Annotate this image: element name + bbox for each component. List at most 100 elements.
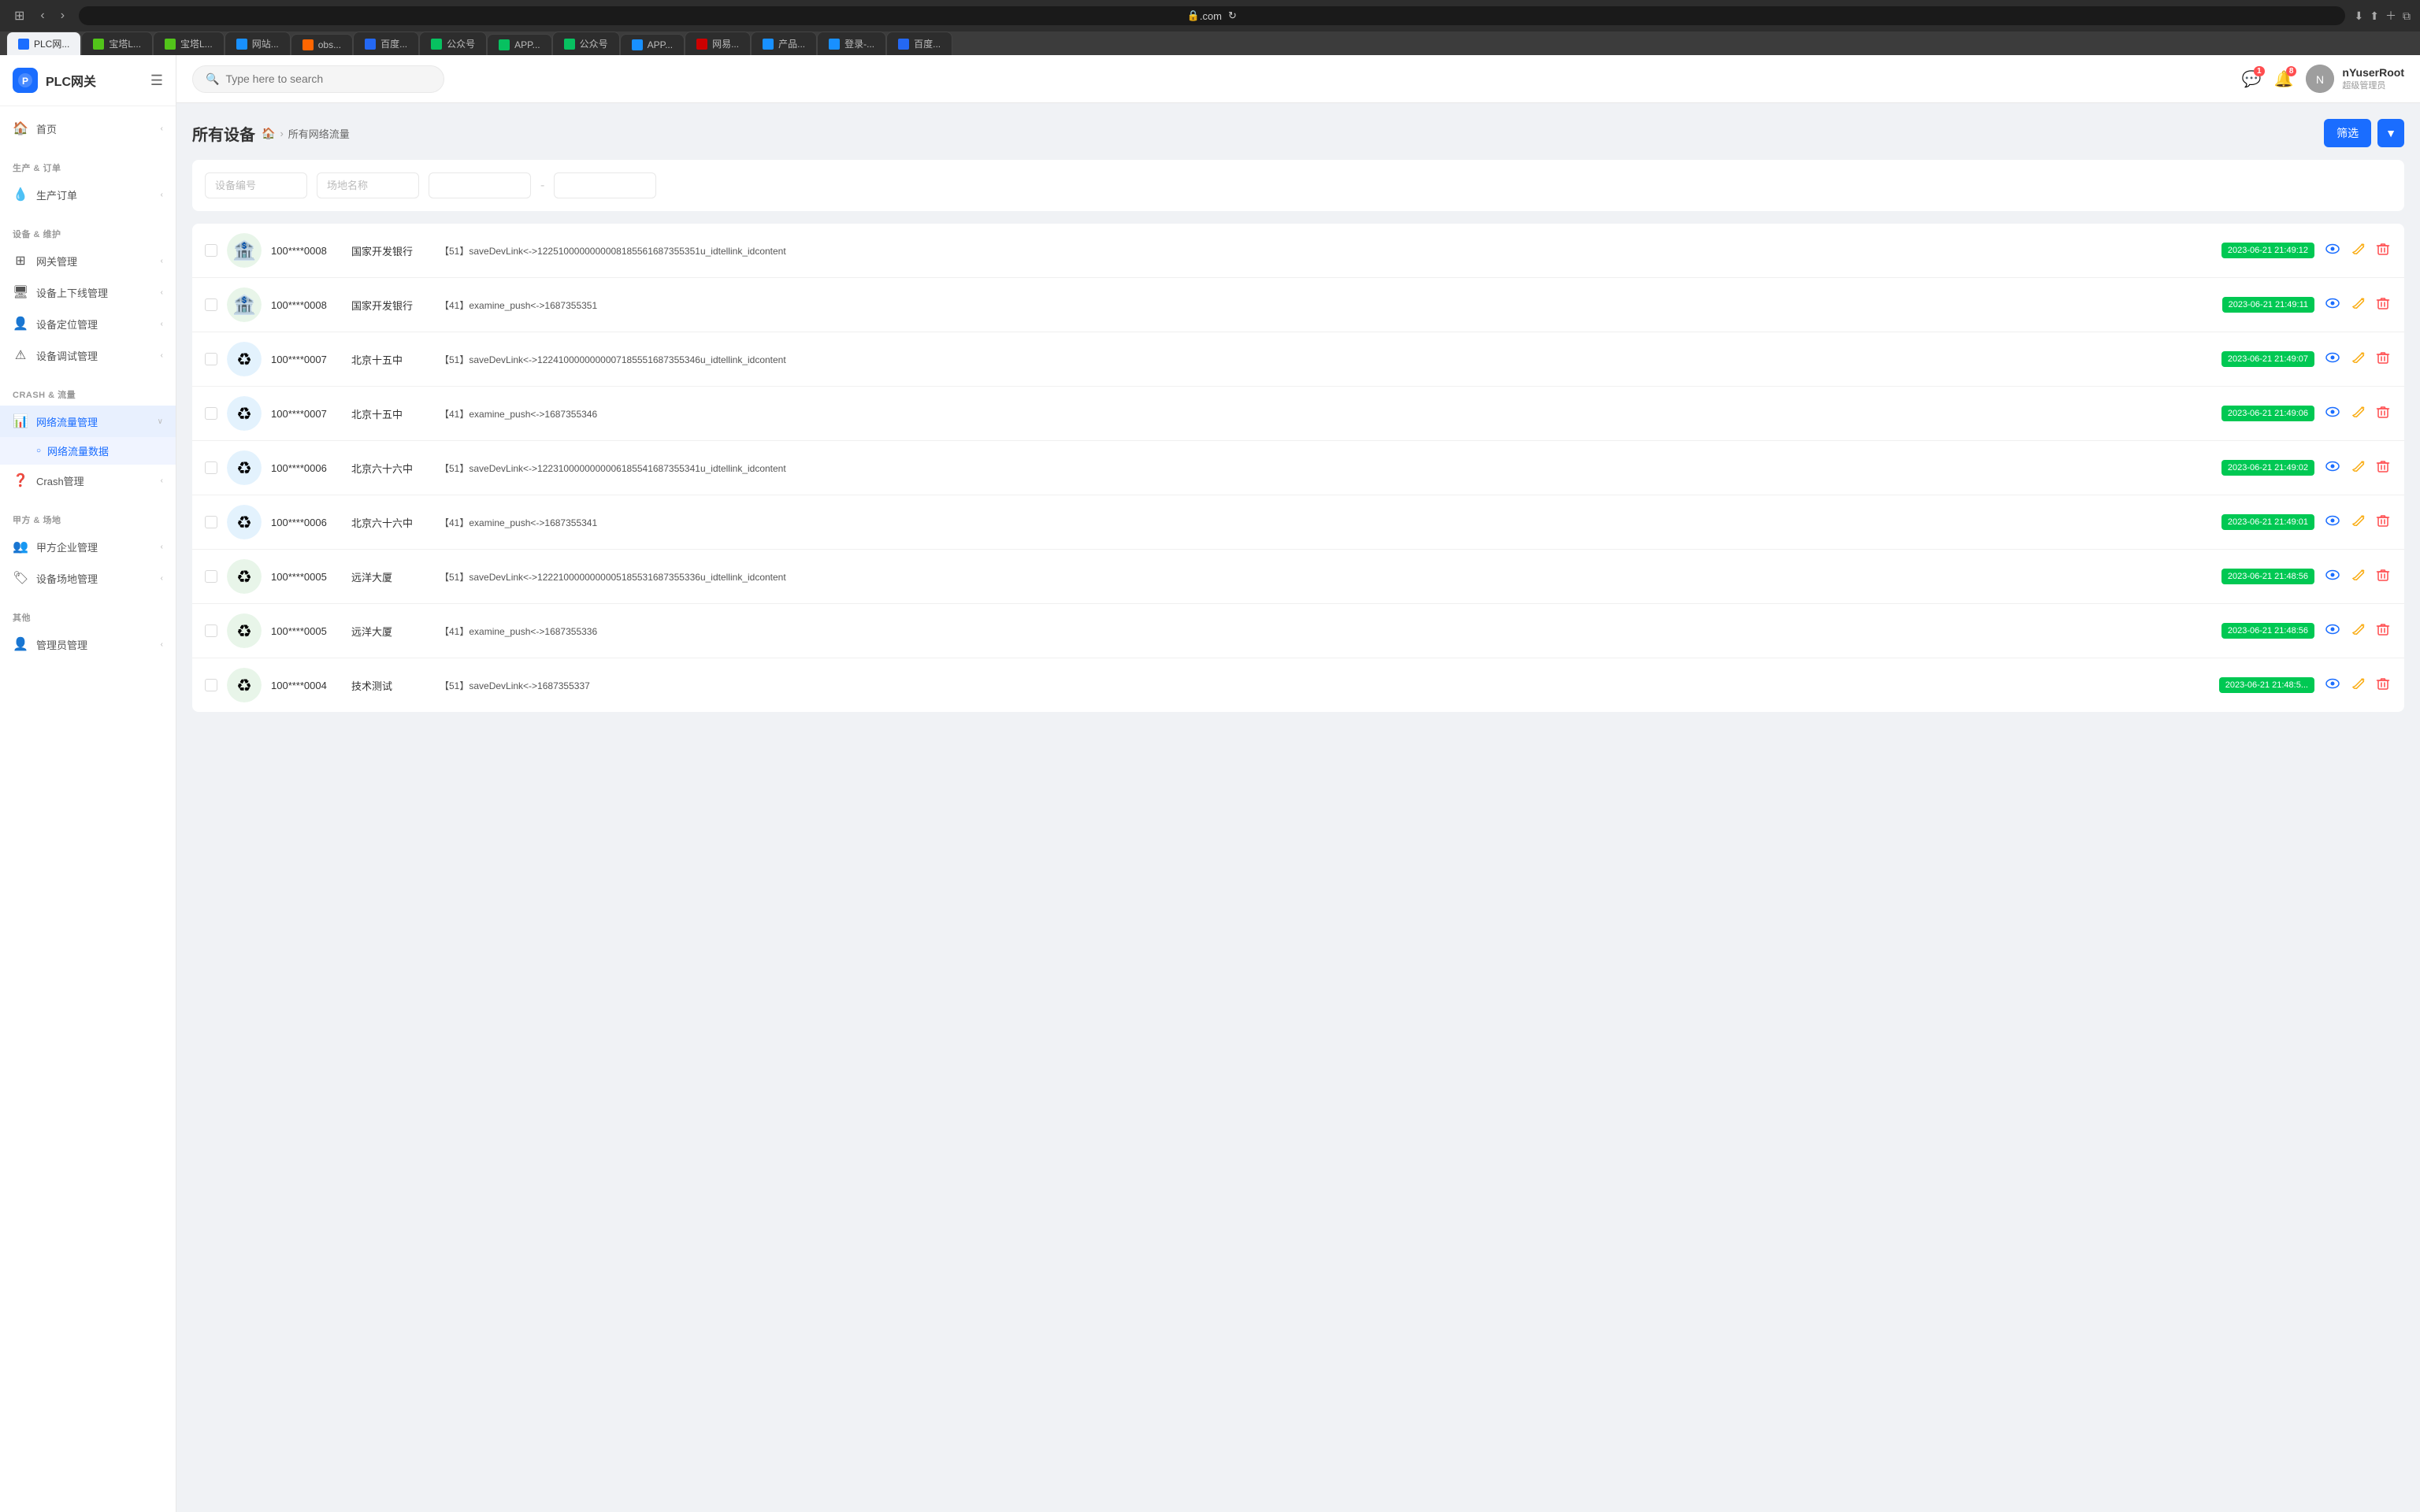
sidebar-item-crash[interactable]: ❓ Crash管理 ‹	[0, 465, 176, 496]
sidebar-item-device-location[interactable]: 👤 设备定位管理 ‹	[0, 308, 176, 339]
edit-btn-0[interactable]	[2349, 240, 2366, 261]
edit-btn-8[interactable]	[2349, 675, 2366, 696]
delete-btn-6[interactable]	[2374, 566, 2392, 587]
sidebar-toggle-btn[interactable]: ⊞	[9, 6, 29, 25]
filter-btn[interactable]: 筛选	[2324, 119, 2371, 147]
row-checkbox-4[interactable]	[205, 461, 217, 474]
browser-tab-10[interactable]: 网易...	[685, 32, 751, 55]
date-from-input[interactable]: 2023/06/21	[429, 172, 531, 198]
new-tab-icon[interactable]: ＋	[2385, 8, 2396, 24]
row-location-8: 技术测试	[351, 678, 430, 693]
row-location-7: 远洋大厦	[351, 624, 430, 639]
browser-actions: ⬇ ⬆ ＋ ⧉	[2355, 8, 2411, 24]
row-checkbox-5[interactable]	[205, 516, 217, 528]
sidebar: P PLC网关 ☰ 🏠 首页 ‹ 生产 & 订单 💧 生产订单 ‹ 设备 & 维…	[0, 55, 176, 1512]
download-icon[interactable]: ⬇	[2355, 9, 2364, 23]
view-btn-2[interactable]	[2324, 349, 2341, 370]
alerts-btn[interactable]: 🔔 8	[2274, 69, 2294, 89]
breadcrumb-home-icon[interactable]: 🏠	[262, 127, 275, 140]
row-location-3: 北京十五中	[351, 406, 430, 421]
edit-btn-5[interactable]	[2349, 512, 2366, 533]
browser-tab-0[interactable]: PLC网...	[6, 32, 81, 55]
view-btn-6[interactable]	[2324, 566, 2341, 587]
sidebar-item-device-online[interactable]: 🖥 设备上下线管理 ‹	[0, 276, 176, 308]
row-checkbox-6[interactable]	[205, 570, 217, 583]
row-checkbox-0[interactable]	[205, 244, 217, 257]
view-btn-3[interactable]	[2324, 403, 2341, 424]
delete-btn-2[interactable]	[2374, 349, 2392, 370]
view-btn-1[interactable]	[2324, 295, 2341, 316]
delete-btn-8[interactable]	[2374, 675, 2392, 696]
device-id-input[interactable]	[205, 172, 307, 198]
sidebar-item-network-flow[interactable]: 📊 网络流量管理 ∨	[0, 406, 176, 437]
sidebar-item-home[interactable]: 🏠 首页 ‹	[0, 113, 176, 144]
edit-btn-2[interactable]	[2349, 349, 2366, 370]
sidebar-item-client-mgmt[interactable]: 👥 甲方企业管理 ‹	[0, 531, 176, 562]
site-name-input[interactable]	[317, 172, 419, 198]
svg-text:♻: ♻	[236, 350, 252, 369]
sidebar-menu-btn[interactable]: ☰	[150, 72, 163, 89]
warning-icon: ⚠	[13, 347, 28, 363]
row-checkbox-3[interactable]	[205, 407, 217, 420]
browser-tab-4[interactable]: obs...	[291, 34, 353, 55]
view-btn-5[interactable]	[2324, 512, 2341, 533]
filter-bar: 2023/06/21 - 2023/06/21	[192, 160, 2404, 211]
delete-btn-4[interactable]	[2374, 458, 2392, 479]
back-btn[interactable]: ‹	[35, 7, 49, 24]
browser-tab-9[interactable]: APP...	[620, 34, 685, 55]
forward-btn[interactable]: ›	[56, 7, 69, 24]
browser-tab-7[interactable]: APP...	[487, 34, 551, 55]
search-box[interactable]: 🔍	[192, 65, 444, 93]
address-bar[interactable]: 🔒 .com ↻	[79, 6, 2344, 25]
row-content-1: 【41】examine_push<->1687355351	[440, 298, 2213, 312]
browser-tab-6[interactable]: 公众号	[419, 32, 487, 55]
edit-btn-1[interactable]	[2349, 295, 2366, 316]
browser-tab-13[interactable]: 百度...	[886, 32, 952, 55]
browser-tab-11[interactable]: 产品...	[751, 32, 817, 55]
edit-btn-4[interactable]	[2349, 458, 2366, 479]
browser-controls: ⊞ ‹ ›	[9, 6, 69, 25]
view-btn-8[interactable]	[2324, 675, 2341, 696]
user-info[interactable]: N nYuserRoot 超级管理员	[2306, 65, 2404, 93]
sidebar-item-device-debug-label: 设备调试管理	[36, 348, 153, 363]
search-input[interactable]	[225, 72, 431, 85]
reload-icon[interactable]: ↻	[1228, 9, 1237, 22]
edit-btn-6[interactable]	[2349, 566, 2366, 587]
browser-tab-12[interactable]: 登录-...	[817, 32, 886, 55]
browser-tab-1[interactable]: 宝塔L...	[81, 32, 153, 55]
browser-tab-5[interactable]: 百度...	[353, 32, 419, 55]
date-to-input[interactable]: 2023/06/21	[554, 172, 656, 198]
view-btn-0[interactable]	[2324, 240, 2341, 261]
table-row: 🏦100****0008国家开发银行【41】examine_push<->168…	[192, 278, 2404, 332]
view-btn-7[interactable]	[2324, 621, 2341, 642]
edit-btn-3[interactable]	[2349, 403, 2366, 424]
sidebar-item-admin[interactable]: 👤 管理员管理 ‹	[0, 628, 176, 660]
row-checkbox-7[interactable]	[205, 624, 217, 637]
upload-icon[interactable]: ⬆	[2370, 9, 2379, 23]
view-btn-4[interactable]	[2324, 458, 2341, 479]
sidebar-item-gateway[interactable]: ⊞ 网关管理 ‹	[0, 245, 176, 276]
table-row: ♻100****0004技术测试【51】saveDevLink<->168735…	[192, 658, 2404, 712]
sidebar-item-network-flow-data[interactable]: ○ 网络流量数据	[0, 437, 176, 465]
windows-icon[interactable]: ⧉	[2403, 9, 2411, 23]
delete-btn-5[interactable]	[2374, 512, 2392, 533]
delete-btn-1[interactable]	[2374, 295, 2392, 316]
row-checkbox-2[interactable]	[205, 353, 217, 365]
edit-btn-7[interactable]	[2349, 621, 2366, 642]
row-checkbox-1[interactable]	[205, 298, 217, 311]
tab-label-9: APP...	[648, 39, 673, 50]
messages-btn[interactable]: 💬 1	[2242, 69, 2262, 89]
sidebar-item-site-mgmt[interactable]: 🏷 设备场地管理 ‹	[0, 562, 176, 594]
nav-section-device: 设备 & 维护 ⊞ 网关管理 ‹ 🖥 设备上下线管理 ‹ 👤 设备定位管理 ‹ …	[0, 217, 176, 377]
delete-btn-3[interactable]	[2374, 403, 2392, 424]
delete-btn-0[interactable]	[2374, 240, 2392, 261]
delete-btn-7[interactable]	[2374, 621, 2392, 642]
sidebar-item-device-debug[interactable]: ⚠ 设备调试管理 ‹	[0, 339, 176, 371]
row-checkbox-8[interactable]	[205, 679, 217, 691]
browser-tab-8[interactable]: 公众号	[552, 32, 620, 55]
more-btn[interactable]: ▼	[2377, 119, 2404, 147]
browser-tab-2[interactable]: 宝塔L...	[153, 32, 225, 55]
browser-tab-3[interactable]: 网站...	[225, 32, 291, 55]
sidebar-item-production-order[interactable]: 💧 生产订单 ‹	[0, 179, 176, 210]
chevron-icon-4: ‹	[161, 288, 163, 297]
